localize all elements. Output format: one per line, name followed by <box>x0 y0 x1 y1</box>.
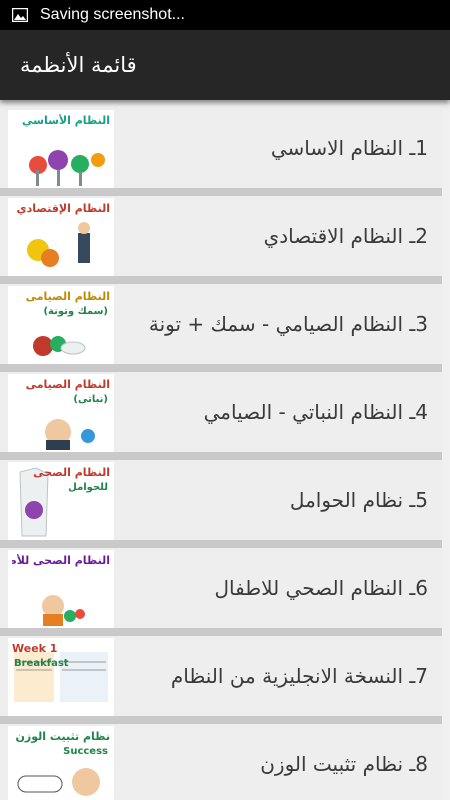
list-item-label: 7ـ النسخة الانجليزية من النظام <box>170 664 428 688</box>
thumbnail-title: النظام الصيامى <box>25 378 110 391</box>
page-title: قائمة الأنظمة <box>20 53 137 77</box>
list-item[interactable]: النظام الصحى للحوامل 5ـ نظام الحوامل <box>0 460 450 548</box>
divider <box>0 452 442 460</box>
divider <box>0 188 442 196</box>
list-item-body[interactable]: النظام الأساسي 1ـ النظام الاساسي <box>0 108 442 188</box>
item-thumbnail: نظام تثبيت الوزن Success <box>8 726 114 800</box>
list-item[interactable]: نظام تثبيت الوزن Success 8ـ نظام تثبيت الو… <box>0 724 450 800</box>
scrollbar[interactable] <box>442 100 450 800</box>
item-thumbnail: النظام الأساسي <box>8 110 114 188</box>
thumbnail-subtitle: (نباتى) <box>73 394 108 405</box>
thumbnail-title: النظام الصحى للأطفال <box>12 554 110 567</box>
list-item-body[interactable]: النظام الصيامى (نباتى) 4ـ النظام النباتي -… <box>0 372 442 452</box>
list-item-label: 3ـ النظام الصيامي - سمك + تونة <box>148 312 428 336</box>
list-item-body[interactable]: النظام الصيامى (سمك وتونة) 3ـ النظام الصيا… <box>0 284 442 364</box>
thumbnail-title: النظام الصيامى <box>25 290 110 303</box>
list-item-body[interactable]: النظام الصحى للحوامل 5ـ نظام الحوامل <box>0 460 442 540</box>
item-thumbnail: النظام الصيامى (سمك وتونة) <box>8 286 114 364</box>
thumbnail-title: النظام الإقتصادي <box>16 202 110 215</box>
status-text: Saving screenshot... <box>40 6 185 23</box>
list-item[interactable]: النظام الأساسي 1ـ النظام الاساسي <box>0 108 450 196</box>
thumbnail-subtitle: Breakfast <box>14 658 69 669</box>
thumbnail-subtitle: (سمك وتونة) <box>43 306 108 317</box>
list-item-body[interactable]: النظام الإقتصادي 2ـ النظام الاقتصادي <box>0 196 442 276</box>
list-item-label: 2ـ النظام الاقتصادي <box>263 224 428 248</box>
list-item-label: 4ـ النظام النباتي - الصيامي <box>203 400 428 424</box>
divider <box>0 628 442 636</box>
thumbnail-title: نظام تثبيت الوزن <box>15 730 110 743</box>
divider <box>0 540 442 548</box>
thumbnail-title: Week 1 <box>12 642 58 655</box>
list-item[interactable]: النظام الإقتصادي 2ـ النظام الاقتصادي <box>0 196 450 284</box>
item-thumbnail: النظام الصحى للحوامل <box>8 462 114 540</box>
divider <box>0 716 442 724</box>
list-item-label: 8ـ نظام تثبيت الوزن <box>260 752 428 776</box>
thumbnail-subtitle: للحوامل <box>68 482 108 493</box>
item-thumbnail: Week 1 Breakfast <box>8 638 114 716</box>
list-item-body[interactable]: نظام تثبيت الوزن Success 8ـ نظام تثبيت الو… <box>0 724 442 800</box>
divider <box>0 276 442 284</box>
list-item-label: 5ـ نظام الحوامل <box>289 488 428 512</box>
image-icon <box>12 8 28 22</box>
list-item-body[interactable]: Week 1 Breakfast 7ـ النسخة الانجليزية من ا… <box>0 636 442 716</box>
item-thumbnail: النظام الصيامى (نباتى) <box>8 374 114 452</box>
thumbnail-title: النظام الصحى <box>33 466 110 479</box>
list-item[interactable]: النظام الصيامى (سمك وتونة) 3ـ النظام الصيا… <box>0 284 450 372</box>
list-item-label: 6ـ النظام الصحي للاطفال <box>214 576 429 600</box>
list-item[interactable]: النظام الصحى للأطفال 6ـ النظام الصحي للاط… <box>0 548 450 636</box>
item-thumbnail: النظام الإقتصادي <box>8 198 114 276</box>
list-item[interactable]: Week 1 Breakfast 7ـ النسخة الانجليزية من ا… <box>0 636 450 724</box>
item-thumbnail: النظام الصحى للأطفال <box>8 550 114 628</box>
list-item[interactable]: النظام الصيامى (نباتى) 4ـ النظام النباتي -… <box>0 372 450 460</box>
systems-list: النظام الأساسي 1ـ النظام الاساسي النظام ا… <box>0 100 450 800</box>
list-item-body[interactable]: النظام الصحى للأطفال 6ـ النظام الصحي للاط… <box>0 548 442 628</box>
thumbnail-title: النظام الأساسي <box>22 114 110 127</box>
status-bar: Saving screenshot... <box>0 0 450 30</box>
thumbnail-subtitle: Success <box>63 746 108 757</box>
list-item-label: 1ـ النظام الاساسي <box>270 136 428 160</box>
divider <box>0 364 442 372</box>
app-bar: قائمة الأنظمة <box>0 30 450 100</box>
